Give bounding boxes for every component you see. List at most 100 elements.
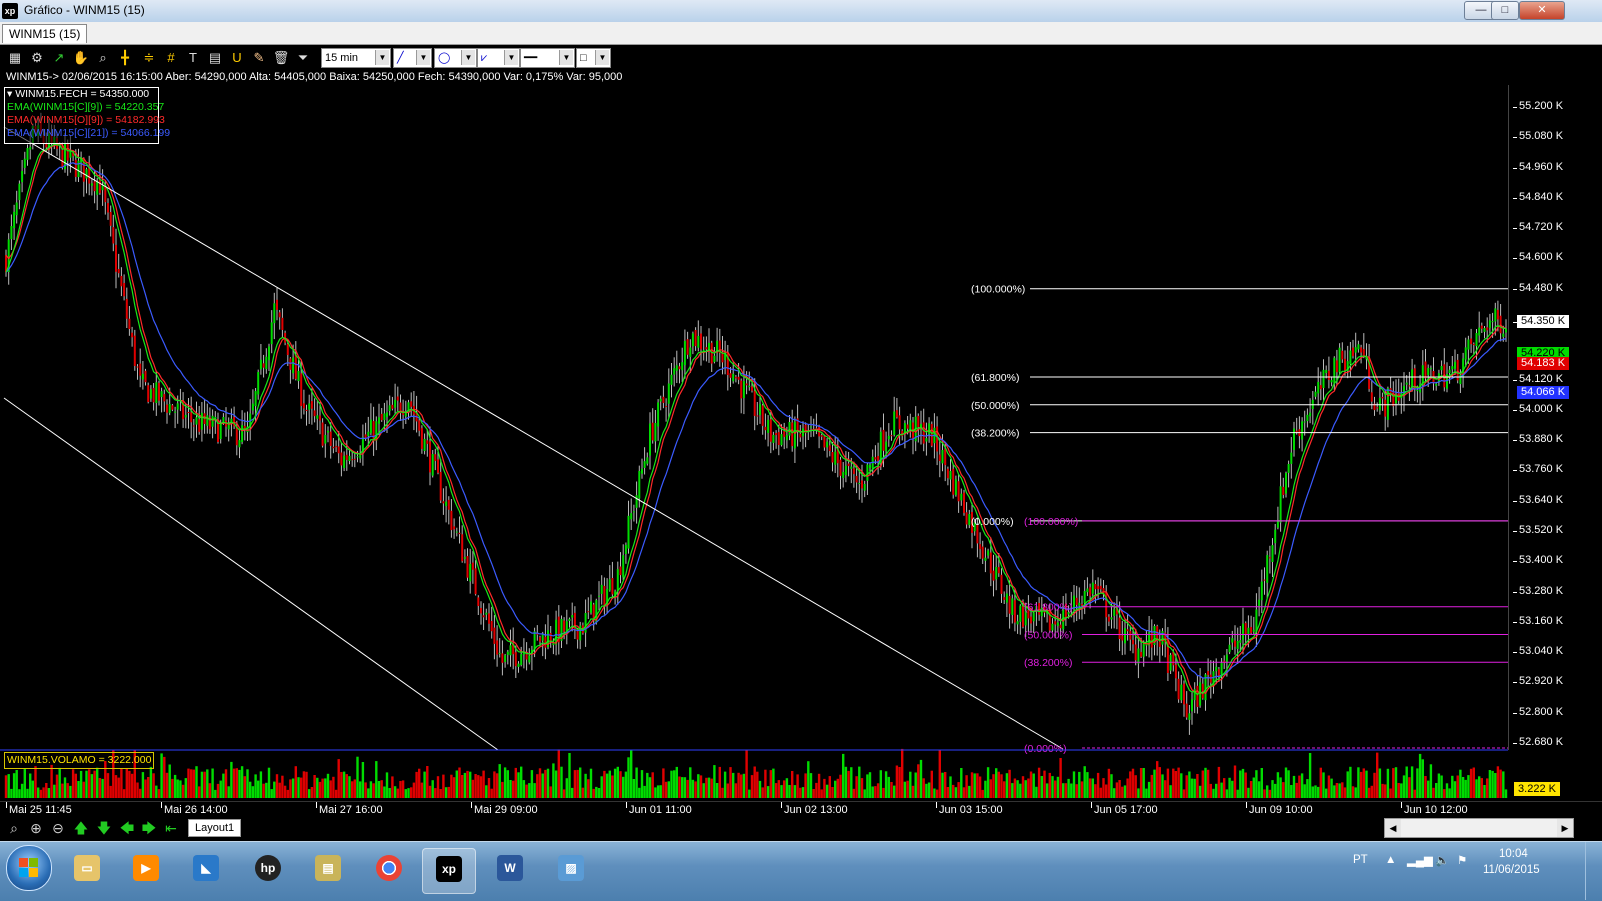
arrow-right-icon[interactable]: 🡆 xyxy=(140,819,158,837)
clock-date[interactable]: 11/06/2015 xyxy=(1483,864,1540,876)
volume-bar xyxy=(1298,775,1301,798)
grid-lines-icon[interactable]: # xyxy=(161,48,181,68)
volume-bar xyxy=(372,783,375,798)
chart-type-icon[interactable]: ▦ xyxy=(5,48,25,68)
candle-body xyxy=(109,212,112,226)
trash-icon[interactable]: 🗑 xyxy=(271,48,291,68)
volume-bar xyxy=(1405,766,1408,798)
time-axis[interactable]: Mai 25 11:45 Mai 26 14:00 Mai 27 16:00 Mai … xyxy=(0,801,1602,818)
volume-bar xyxy=(756,771,759,798)
chevron-down-icon[interactable]: ▼ xyxy=(504,50,518,65)
zoom-icon[interactable]: ⌕ xyxy=(5,819,23,837)
trend-channel-upper[interactable] xyxy=(3,126,1064,750)
network-icon[interactable]: ▂▄▆ xyxy=(1407,853,1433,867)
candle-body xyxy=(174,411,177,413)
volume-bar xyxy=(332,776,335,798)
arrow-left-icon[interactable]: 🡄 xyxy=(118,819,136,837)
volume-bar xyxy=(876,783,880,798)
volume-bar xyxy=(1494,773,1497,798)
arrow-up-icon[interactable]: 🡅 xyxy=(72,819,90,837)
candle-body xyxy=(1081,604,1083,606)
eraser-icon[interactable]: ✎ xyxy=(249,48,269,68)
taskbar-hp[interactable]: hp xyxy=(242,848,294,892)
volume-bar xyxy=(1180,773,1183,798)
candle-body xyxy=(241,425,244,442)
volume-bar xyxy=(50,764,53,798)
chevron-down-icon[interactable]: ▼ xyxy=(559,50,573,65)
tab-winm15[interactable]: WINM15 (15) xyxy=(2,24,88,43)
taskbar-chrome[interactable] xyxy=(363,848,415,892)
volume-bar xyxy=(1045,783,1049,798)
candle-body xyxy=(18,183,21,201)
candle-body xyxy=(852,468,855,475)
crosshair-icon[interactable]: ╋ xyxy=(115,48,135,68)
volume-icon[interactable]: 🔈 xyxy=(1435,853,1449,867)
scroll-right-icon[interactable]: ▶ xyxy=(1557,819,1573,837)
candle-body xyxy=(785,435,788,441)
volume-bar xyxy=(670,770,673,798)
maximize-button[interactable]: □ xyxy=(1491,1,1519,20)
scroll-left-icon[interactable]: ◀ xyxy=(1385,819,1401,837)
y-tick-label: 53.880 K xyxy=(1519,433,1564,446)
magnet-icon[interactable]: U xyxy=(227,48,247,68)
y-tick-label: 53.280 K xyxy=(1519,584,1564,597)
volume-bar xyxy=(74,773,77,798)
candle-body xyxy=(1344,358,1346,371)
taskbar-xp[interactable]: xp xyxy=(422,848,476,894)
volume-bar xyxy=(334,789,338,798)
line-tool-select[interactable]: ╱ ▼ xyxy=(393,48,432,68)
filter-icon[interactable]: ⏷ xyxy=(293,48,313,68)
taskbar-media-player[interactable]: ▶ xyxy=(120,848,172,892)
text-tool-icon[interactable]: T xyxy=(183,48,203,68)
language-indicator[interactable]: PT xyxy=(1353,854,1368,866)
volume-bar xyxy=(286,789,289,798)
chevron-down-icon[interactable]: ▼ xyxy=(461,50,475,65)
fan-tool-select[interactable]: ⩗ ▼ xyxy=(477,48,520,68)
start-button[interactable] xyxy=(6,845,52,891)
y-tick-mark xyxy=(1513,591,1517,593)
volume-bar xyxy=(125,768,128,798)
volume-bar xyxy=(697,774,700,798)
arrow-left-end-icon[interactable]: ⇤ xyxy=(162,819,180,837)
price-chart[interactable]: (100.000%) (61.800%) (50.000%) (38.200%) (0.… xyxy=(0,85,1508,801)
shape-tool-select[interactable]: ◯ ▼ xyxy=(434,48,477,68)
taskbar-explorer[interactable]: ▭ xyxy=(61,848,113,892)
taskbar-app[interactable]: ◣ xyxy=(180,848,232,892)
arrow-down-icon[interactable]: 🡇 xyxy=(95,819,113,837)
line-style-select[interactable]: ━━ ▼ xyxy=(520,48,575,68)
show-hidden-icons-icon[interactable]: ▲ xyxy=(1385,854,1396,866)
chevron-down-icon[interactable]: ▼ xyxy=(375,50,389,65)
taskbar-pictures[interactable]: ▨ xyxy=(545,848,597,892)
volume-bar xyxy=(71,769,75,798)
zoom-in-icon[interactable]: ⊕ xyxy=(27,819,45,837)
volume-bar xyxy=(1397,783,1400,798)
chevron-down-icon[interactable]: ▼ xyxy=(416,50,430,65)
action-center-icon[interactable]: ⚑ xyxy=(1457,853,1467,867)
hand-pan-icon[interactable]: ✋ xyxy=(71,48,91,68)
horizontal-lines-icon[interactable]: ≑ xyxy=(139,48,159,68)
volume-bar xyxy=(10,788,13,798)
candle-body xyxy=(1030,616,1032,624)
volume-bar xyxy=(1255,770,1258,798)
chevron-down-icon[interactable]: ▼ xyxy=(595,50,609,65)
indicator-icon[interactable]: ↗ xyxy=(49,48,69,68)
settings-gear-icon[interactable]: ⚙ xyxy=(27,48,47,68)
taskbar-tool[interactable]: ▤ xyxy=(302,848,354,892)
zoom-select-icon[interactable]: ⌕ xyxy=(93,48,113,68)
clock-time[interactable]: 10:04 xyxy=(1499,848,1528,860)
calculator-icon[interactable]: ▤ xyxy=(205,48,225,68)
price-axis[interactable]: 55.200 K 55.080 K 54.960 K 54.840 K 54.720 K… xyxy=(1508,85,1602,750)
zoom-out-icon[interactable]: ⊖ xyxy=(49,819,67,837)
close-button[interactable]: ✕ xyxy=(1519,1,1565,20)
legend-ema-close-21: EMA(WINM15[C][21]) = 54066.199 xyxy=(7,127,171,139)
color-select[interactable]: □ ▼ xyxy=(576,48,611,68)
volume-bar xyxy=(1051,776,1054,798)
candle-body xyxy=(952,468,955,495)
taskbar-word[interactable]: W xyxy=(484,848,536,892)
volume-bar xyxy=(686,779,689,798)
layout-tab[interactable]: Layout1 xyxy=(188,819,242,837)
indicator-legend[interactable]: ▾ WINM15.FECH = 54350.000 EMA(WINM15[C][… xyxy=(4,87,171,144)
show-desktop-button[interactable] xyxy=(1585,842,1602,900)
horizontal-scrollbar[interactable]: ◀ ▶ xyxy=(1384,818,1574,838)
period-select[interactable]: 15 min ▼ xyxy=(321,48,391,68)
